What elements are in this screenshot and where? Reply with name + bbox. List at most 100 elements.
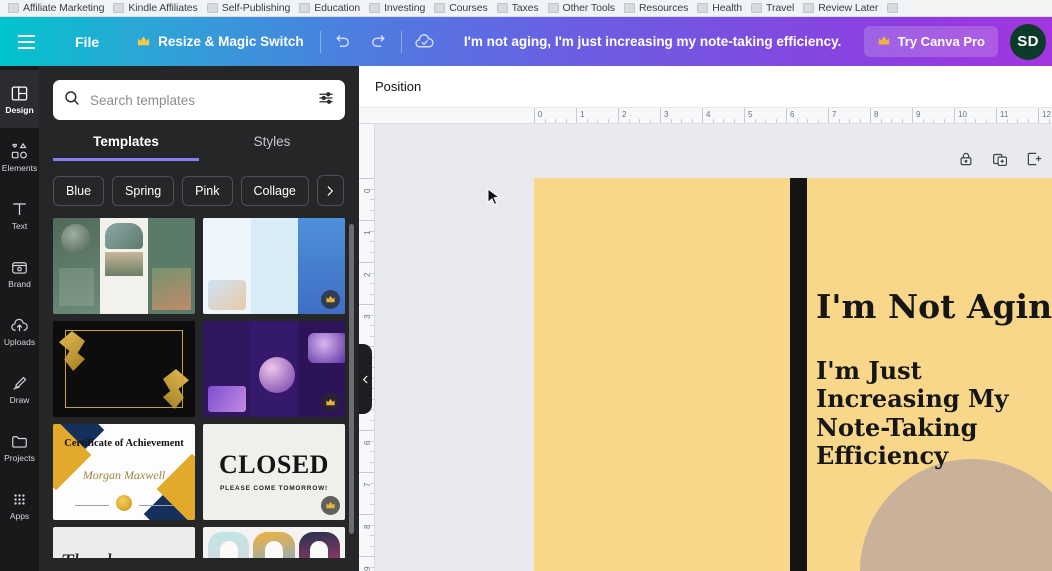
sidebar-item-elements[interactable]: Elements — [0, 128, 39, 186]
folder-icon — [803, 3, 815, 13]
ruler-tick-label: 0 — [359, 178, 374, 201]
ruler-minor-tick — [754, 119, 756, 123]
bookmark-item[interactable]: Other Tools — [546, 1, 622, 16]
sidebar-item-apps[interactable]: Apps — [0, 476, 39, 534]
chip-pink[interactable]: Pink — [182, 175, 233, 206]
bookmark-item[interactable]: Health — [695, 1, 749, 16]
folder-icon — [697, 3, 709, 13]
bookmark-label: Kindle Affiliates — [128, 2, 198, 14]
sidebar-item-uploads[interactable]: Uploads — [0, 302, 39, 360]
sidebar-label: Uploads — [3, 336, 36, 347]
ruler-tick-label: 9 — [359, 556, 374, 571]
template-title: CLOSED — [219, 450, 329, 479]
sidebar-item-design[interactable]: Design — [0, 70, 39, 128]
chip-blue[interactable]: Blue — [53, 175, 105, 206]
horizontal-ruler[interactable]: 0 1 2 3 4 5 6 7 8 9 10 11 12 — [359, 108, 1052, 124]
ruler-minor-tick — [370, 335, 374, 337]
bookmark-item[interactable]: Resources — [622, 1, 695, 16]
folder-icon — [8, 3, 19, 13]
sidebar-label: Projects — [4, 452, 35, 463]
chevron-right-icon[interactable] — [316, 175, 344, 206]
search-placeholder: Search templates — [90, 92, 196, 108]
bookmark-label: Courses — [449, 2, 488, 14]
template-subtitle: Morgan Maxwell — [82, 468, 166, 482]
ruler-minor-tick — [370, 524, 374, 526]
ruler-minor-tick — [370, 314, 374, 316]
sidebar-label: Draw — [9, 394, 30, 405]
decorative-circle — [860, 459, 1052, 571]
bookmark-item[interactable]: Affiliate Marketing — [6, 1, 111, 16]
bookmark-item[interactable] — [885, 1, 905, 16]
sliders-filter-icon[interactable] — [317, 89, 335, 112]
ruler-minor-tick — [370, 482, 374, 484]
design-canvas-page[interactable]: I'm Not Aging I'm Just Increasing My Not… — [534, 178, 1052, 571]
ruler-minor-tick — [922, 119, 924, 123]
avatar[interactable]: SD — [1010, 23, 1046, 60]
bookmark-label: Education — [314, 2, 361, 14]
bookmark-item[interactable]: Review Later — [801, 1, 885, 16]
lock-icon[interactable] — [953, 146, 978, 171]
search-input[interactable]: Search templates — [53, 80, 345, 120]
canvas-headline-primary[interactable]: I'm Not Aging — [816, 290, 1052, 323]
ruler-minor-tick — [975, 119, 976, 123]
cloud-check-icon[interactable] — [408, 25, 442, 59]
ruler-minor-tick — [670, 119, 672, 123]
sidebar-item-brand[interactable]: Brand — [0, 244, 39, 302]
template-thumbnail-thank-you-card[interactable]: Thank you — [53, 527, 195, 558]
canvas-headline-secondary[interactable]: I'm Just Increasing My Note-Taking Effic… — [816, 356, 1052, 470]
ruler-minor-tick — [649, 119, 651, 123]
ruler-minor-tick — [370, 283, 374, 284]
chip-spring[interactable]: Spring — [112, 175, 175, 206]
design-title[interactable]: I'm not aging, I'm just increasing my no… — [442, 34, 864, 49]
redo-arrow-icon[interactable] — [361, 25, 395, 59]
crown-icon — [321, 496, 340, 515]
template-thumbnail-medical-brochure-purple[interactable] — [203, 321, 345, 417]
resize-magic-switch-button[interactable]: Resize & Magic Switch — [126, 28, 314, 55]
bookmark-item[interactable]: Education — [297, 1, 367, 16]
tab-templates[interactable]: Templates — [53, 134, 199, 161]
template-thumbnail-autism-brochure-blue[interactable] — [203, 218, 345, 314]
template-thumbnail-travel-brochure-green[interactable] — [53, 218, 195, 314]
sidebar-item-draw[interactable]: Draw — [0, 360, 39, 418]
bookmark-item[interactable]: Taxes — [495, 1, 546, 16]
hamburger-icon[interactable] — [7, 23, 45, 61]
ruler-minor-tick — [1048, 119, 1050, 123]
position-button[interactable]: Position — [375, 79, 421, 94]
duplicate-page-icon[interactable] — [987, 146, 1012, 171]
bookmark-item[interactable]: Kindle Affiliates — [111, 1, 204, 16]
chip-collage[interactable]: Collage — [240, 175, 309, 206]
sidebar-item-projects[interactable]: Projects — [0, 418, 39, 476]
try-canva-pro-button[interactable]: Try Canva Pro — [863, 26, 998, 57]
collapse-panel-handle[interactable] — [359, 344, 372, 414]
ruler-minor-tick — [370, 272, 374, 274]
bookmark-item[interactable]: Self-Publishing — [205, 1, 298, 16]
template-thumbnail-bookmark-set-colorful[interactable] — [203, 527, 345, 558]
ruler-minor-tick — [370, 419, 374, 421]
panel-tabs: Templates Styles — [39, 134, 359, 161]
tab-styles[interactable]: Styles — [199, 134, 345, 161]
layout-grid-icon — [10, 84, 29, 103]
sidebar-item-text[interactable]: Text — [0, 186, 39, 244]
ruler-tick-label: 3 — [660, 108, 668, 123]
folder-icon — [10, 432, 29, 451]
bookmark-item[interactable]: Travel — [749, 1, 801, 16]
sidebar-label: Apps — [9, 510, 30, 521]
ruler-minor-tick — [370, 199, 374, 200]
template-thumbnail-gold-frame-black[interactable] — [53, 321, 195, 417]
add-page-icon[interactable] — [1021, 146, 1046, 171]
folder-icon — [299, 3, 311, 13]
crown-icon — [321, 290, 340, 309]
folder-icon — [206, 3, 218, 13]
ruler-minor-tick — [544, 119, 546, 123]
file-menu-button[interactable]: File — [65, 28, 109, 56]
panel-scrollbar[interactable] — [349, 224, 354, 534]
undo-arrow-icon[interactable] — [327, 25, 361, 59]
ruler-minor-tick — [681, 119, 682, 123]
crown-icon — [321, 393, 340, 412]
template-thumbnail-certificate-of-achievement[interactable]: Certificate of Achievement Morgan Maxwel… — [53, 424, 195, 520]
ruler-minor-tick — [370, 230, 374, 232]
bookmark-item[interactable]: Courses — [432, 1, 494, 16]
template-thumbnail-closed-sign[interactable]: CLOSED PLEASE COME TOMORROW! — [203, 424, 345, 520]
template-subtitle: PLEASE COME TOMORROW! — [219, 485, 329, 492]
bookmark-item[interactable]: Investing — [367, 1, 432, 16]
